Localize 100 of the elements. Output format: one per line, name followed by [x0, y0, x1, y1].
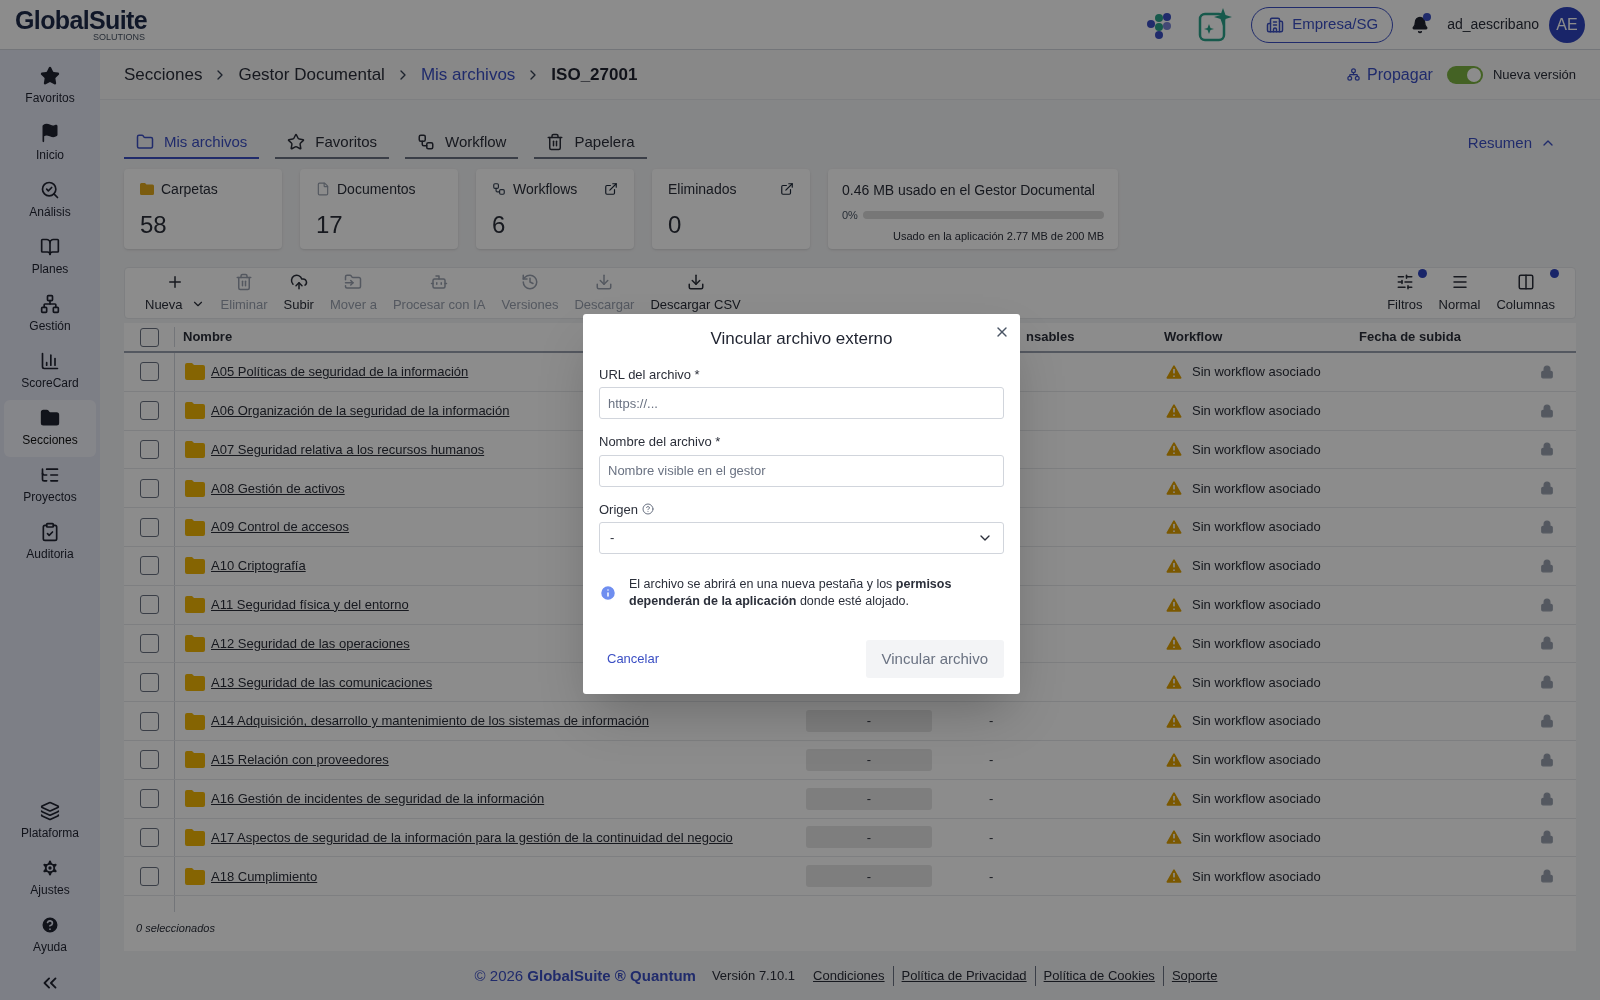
- sidebar-item[interactable]: Gestión: [4, 286, 96, 343]
- download-icon: [595, 272, 614, 291]
- folder-link[interactable]: A06 Organización de la seguridad de la información: [211, 400, 510, 421]
- folder-link[interactable]: A11 Seguridad física y del entorno: [211, 594, 409, 615]
- toolbar-button[interactable]: Subir: [275, 272, 322, 314]
- row-checkbox[interactable]: [139, 595, 159, 615]
- row-checkbox[interactable]: [139, 440, 159, 459]
- sidebar-item[interactable]: Ayuda: [4, 907, 96, 964]
- column-header[interactable]: Fecha de subida: [1349, 327, 1576, 347]
- sidebar-item[interactable]: Proyectos: [4, 457, 96, 514]
- help-icon[interactable]: [642, 503, 655, 516]
- folder-link[interactable]: A17 Aspectos de seguridad de la información para la gestión de la continuidad del negocio: [211, 827, 733, 848]
- notification-button[interactable]: [1411, 15, 1430, 34]
- sidebar-item[interactable]: Ajustes: [4, 850, 96, 907]
- view-button[interactable]: Filtros: [1379, 272, 1431, 314]
- new-version-toggle[interactable]: [1446, 65, 1483, 84]
- folder-icon: [185, 518, 205, 536]
- toolbar-button[interactable]: Nueva: [137, 272, 213, 314]
- folder-link[interactable]: A16 Gestión de incidentes de seguridad de la información: [211, 788, 545, 809]
- field-label: Nombre del archivo *: [599, 433, 721, 451]
- row-checkbox[interactable]: [139, 672, 159, 692]
- origin-select[interactable]: -: [599, 522, 1004, 554]
- username[interactable]: ad_aescribano: [1447, 14, 1539, 35]
- list-tree-icon: [40, 465, 60, 485]
- cancel-button[interactable]: Cancelar: [599, 649, 668, 669]
- row-checkbox[interactable]: [139, 362, 159, 382]
- tab[interactable]: Papelera: [534, 127, 647, 159]
- folder-link[interactable]: A08 Gestión de activos: [211, 478, 345, 499]
- sidebar-item[interactable]: Favoritos: [4, 58, 96, 115]
- fork-icon: [1346, 67, 1362, 82]
- stat-label: Eliminados: [668, 179, 737, 199]
- row-checkbox[interactable]: [139, 401, 159, 421]
- breadcrumb-item[interactable]: Gestor Documental: [238, 61, 385, 88]
- sliders-icon: [1395, 272, 1414, 291]
- table-cell-text: Sin workflow asociado: [1192, 401, 1321, 420]
- table-cell: -: [806, 826, 932, 849]
- sidebar-item[interactable]: ScoreCard: [4, 343, 96, 400]
- footer-link[interactable]: Política de Privacidad: [892, 966, 1035, 986]
- footer-link[interactable]: Política de Cookies: [1034, 966, 1163, 986]
- row-checkbox[interactable]: [139, 750, 159, 770]
- view-button[interactable]: Columnas: [1488, 272, 1563, 314]
- row-checkbox[interactable]: [139, 633, 159, 653]
- folder-link[interactable]: A15 Relación con proveedores: [211, 750, 389, 770]
- sidebar-item[interactable]: Plataforma: [4, 793, 96, 850]
- folder-icon: [185, 867, 205, 885]
- folder-link[interactable]: A14 Adquisición, desarrollo y mantenimiento de los sistemas de información: [211, 711, 649, 731]
- select-all-checkbox[interactable]: [139, 327, 159, 347]
- folder-link[interactable]: A13 Seguridad de las comunicaciones: [211, 672, 433, 692]
- flag-icon: [40, 123, 60, 143]
- network-icon: [40, 294, 60, 314]
- external-link-icon[interactable]: [780, 182, 794, 196]
- tab[interactable]: Favoritos: [275, 127, 390, 159]
- table-cell: -: [989, 829, 994, 845]
- external-link-icon[interactable]: [604, 182, 618, 196]
- row-checkbox[interactable]: [139, 866, 159, 886]
- footer-link[interactable]: Condiciones: [805, 966, 893, 986]
- row-checkbox[interactable]: [139, 478, 159, 498]
- folder-move-icon: [344, 272, 363, 291]
- folder-link[interactable]: A12 Seguridad de las operaciones: [211, 633, 410, 654]
- footer-link[interactable]: Soporte: [1162, 966, 1226, 986]
- layers-icon: [40, 801, 60, 821]
- row-checkbox[interactable]: [139, 789, 159, 809]
- input-field[interactable]: Nombre visible en el gestor: [599, 454, 1004, 487]
- row-checkbox[interactable]: [139, 711, 159, 731]
- row-checkbox[interactable]: [139, 827, 159, 847]
- avatar[interactable]: AE: [1549, 6, 1585, 43]
- folder-link[interactable]: A07 Seguridad relativa a los recursos humanos: [211, 439, 485, 460]
- summary-toggle[interactable]: Resumen: [1467, 127, 1556, 159]
- view-button[interactable]: Normal: [1430, 272, 1489, 314]
- row-checkbox[interactable]: [139, 517, 159, 537]
- column-header[interactable]: nsables: [1026, 329, 1075, 345]
- logo[interactable]: GlobalSuite: [15, 7, 148, 33]
- propagate-button[interactable]: Propagar: [1346, 62, 1433, 87]
- document-icon: [316, 182, 330, 196]
- breadcrumb-item[interactable]: Mis archivos: [420, 61, 516, 88]
- trash-icon: [546, 133, 565, 151]
- info-text: El archivo se abrirá en una nueva pestaña y los permisos dependerán de la aplicación donde esté alojado.: [629, 576, 953, 610]
- stat-label: Carpetas: [161, 179, 218, 199]
- logo-subtitle: SOLUTIONS: [93, 32, 146, 42]
- toolbar-button[interactable]: Descargar CSV: [642, 272, 749, 314]
- sidebar-item[interactable]: Análisis: [4, 172, 96, 229]
- folder-link[interactable]: A10 Criptografía: [211, 556, 306, 576]
- table-cell-text: Sin workflow asociado: [1192, 363, 1321, 382]
- sidebar-item[interactable]: Secciones: [4, 400, 96, 457]
- columns-icon: [1516, 272, 1535, 291]
- tab[interactable]: Mis archivos: [124, 127, 260, 159]
- sidebar-item[interactable]: Auditoria: [4, 514, 96, 571]
- column-header[interactable]: Workflow: [1154, 327, 1349, 347]
- folder-link[interactable]: A05 Políticas de seguridad de la información: [211, 362, 469, 382]
- tab[interactable]: Workflow: [405, 127, 519, 159]
- folder-link[interactable]: A09 Control de accesos: [211, 517, 350, 537]
- sidebar-item[interactable]: Inicio: [4, 115, 96, 172]
- breadcrumb-item[interactable]: Secciones: [124, 61, 203, 88]
- input-field[interactable]: https://...: [599, 387, 1004, 419]
- row-checkbox[interactable]: [139, 556, 159, 576]
- sidebar-item[interactable]: Planes: [4, 229, 96, 286]
- stat-label: Workflows: [513, 179, 578, 199]
- folder-link[interactable]: A18 Cumplimiento: [211, 866, 318, 886]
- table-cell-text: Sin workflow asociado: [1192, 557, 1321, 576]
- star-icon: [40, 66, 60, 86]
